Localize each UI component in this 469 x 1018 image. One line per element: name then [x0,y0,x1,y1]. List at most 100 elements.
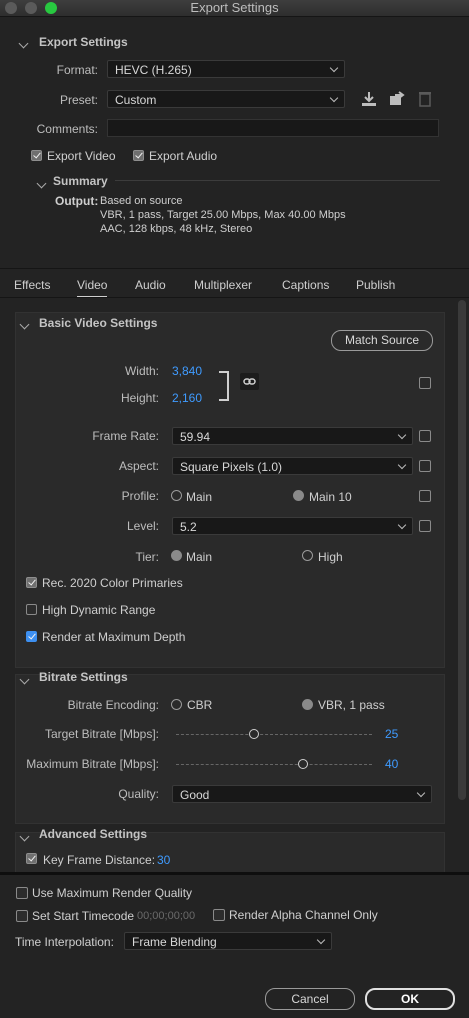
profile-override-checkbox[interactable] [419,490,431,502]
bitrate-collapse[interactable] [19,672,30,686]
time-interpolation-dropdown[interactable]: Frame Blending [124,932,332,950]
zoom-window-icon[interactable] [45,2,57,14]
format-label: Format: [56,63,98,77]
tab-multiplexer[interactable]: Multiplexer [194,278,252,292]
export-audio-checkbox[interactable] [133,150,144,161]
profile-main10-radio[interactable] [293,490,304,501]
format-dropdown[interactable]: HEVC (H.265) [107,60,345,78]
target-bitrate-track[interactable] [176,734,372,736]
target-bitrate-label: Target Bitrate [Mbps]: [44,727,159,741]
max-render-quality-checkbox[interactable] [16,887,28,899]
output-label: Output: [55,194,99,208]
tabs-bottom-divider [0,297,469,298]
level-override-checkbox[interactable] [419,520,431,532]
save-preset-icon[interactable] [361,91,377,107]
height-label: Height: [120,391,159,405]
delete-preset-icon[interactable] [418,91,432,107]
time-interpolation-label: Time Interpolation: [15,935,114,949]
set-start-timecode-label: Set Start Timecode [32,909,135,923]
comments-input[interactable] [107,119,439,137]
tab-effects[interactable]: Effects [14,278,50,292]
hdr-label: High Dynamic Range [42,603,156,617]
cancel-button[interactable]: Cancel [265,988,355,1010]
export-settings-collapse[interactable] [18,36,29,50]
tab-video[interactable]: Video [77,278,108,298]
max-bitrate-label: Maximum Bitrate [Mbps]: [26,757,159,771]
aspect-link-bracket [219,371,229,401]
chevron-down-icon [316,935,326,945]
frame-rate-dropdown[interactable]: 59.94 [172,427,413,445]
output-summary: Based on source VBR, 1 pass, Target 25.0… [100,194,346,236]
key-frame-label: Key Frame Distance: [43,853,156,867]
width-value[interactable]: 3,840 [172,364,202,378]
chevron-down-icon [329,93,339,103]
key-frame-value[interactable]: 30 [157,853,170,867]
max-bitrate-track[interactable] [176,764,372,766]
profile-main10-label: Main 10 [309,490,352,504]
height-value[interactable]: 2,160 [172,391,202,405]
minimize-window-icon[interactable] [25,2,37,14]
set-start-timecode-checkbox[interactable] [16,910,28,922]
hdr-checkbox[interactable] [26,604,37,615]
export-audio-label: Export Audio [149,149,218,163]
output-line: AAC, 128 kbps, 48 kHz, Stereo [100,223,253,235]
profile-main-radio[interactable] [171,490,182,501]
advanced-header: Advanced Settings [39,827,148,841]
preset-label: Preset: [59,93,98,107]
advanced-collapse[interactable] [19,829,30,843]
aspect-override-checkbox[interactable] [419,460,431,472]
start-timecode-value: 00;00;00;00 [137,910,196,922]
render-alpha-label: Render Alpha Channel Only [229,908,378,922]
tier-label: Tier: [135,550,159,564]
cbr-radio[interactable] [171,699,182,710]
aspect-dropdown[interactable]: Square Pixels (1.0) [172,457,413,475]
size-override-checkbox[interactable] [419,377,431,389]
ok-button[interactable]: OK [365,988,455,1010]
import-preset-icon[interactable] [389,91,407,107]
output-line: Based on source [100,195,183,207]
quality-value: Good [180,788,210,802]
export-video-checkbox[interactable] [31,150,42,161]
width-label: Width: [124,364,159,378]
preset-dropdown[interactable]: Custom [107,90,345,108]
target-bitrate-value[interactable]: 25 [385,727,398,741]
frame-rate-value: 59.94 [180,430,211,444]
tab-publish[interactable]: Publish [356,278,395,292]
scrollbar-thumb[interactable] [458,300,466,800]
summary-collapse[interactable] [36,176,47,190]
summary-header: Summary [53,174,108,188]
basic-video-header: Basic Video Settings [39,316,158,330]
tier-main-radio[interactable] [171,550,182,561]
frame-rate-override-checkbox[interactable] [419,430,431,442]
tab-captions[interactable]: Captions [282,278,329,292]
bitrate-header: Bitrate Settings [39,670,128,684]
profile-main-label: Main [186,490,213,504]
tier-high-radio[interactable] [302,550,313,561]
level-dropdown[interactable]: 5.2 [172,517,413,535]
max-depth-checkbox[interactable] [26,631,37,642]
tier-main-label: Main [186,550,213,564]
format-value: HEVC (H.265) [115,63,192,77]
title-bar: Export Settings [0,0,469,17]
link-icon[interactable] [240,373,259,390]
chevron-down-icon [397,430,407,440]
preset-value: Custom [115,93,157,107]
key-frame-checkbox[interactable] [26,853,37,864]
tab-audio[interactable]: Audio [135,278,166,292]
cbr-label: CBR [187,698,213,712]
level-value: 5.2 [180,520,197,534]
rec2020-checkbox[interactable] [26,577,37,588]
close-window-icon[interactable] [5,2,17,14]
window-title: Export Settings [190,0,279,15]
basic-video-collapse[interactable] [19,317,30,331]
max-bitrate-value[interactable]: 40 [385,757,398,771]
aspect-label: Aspect: [118,459,159,473]
quality-dropdown[interactable]: Good [172,785,432,803]
chevron-down-icon [329,63,339,73]
chevron-down-icon [397,520,407,530]
frame-rate-label: Frame Rate: [92,429,159,443]
comments-label: Comments: [36,122,98,136]
render-alpha-checkbox[interactable] [213,909,225,921]
match-source-button[interactable]: Match Source [331,330,433,351]
vbr-1pass-radio[interactable] [302,699,313,710]
